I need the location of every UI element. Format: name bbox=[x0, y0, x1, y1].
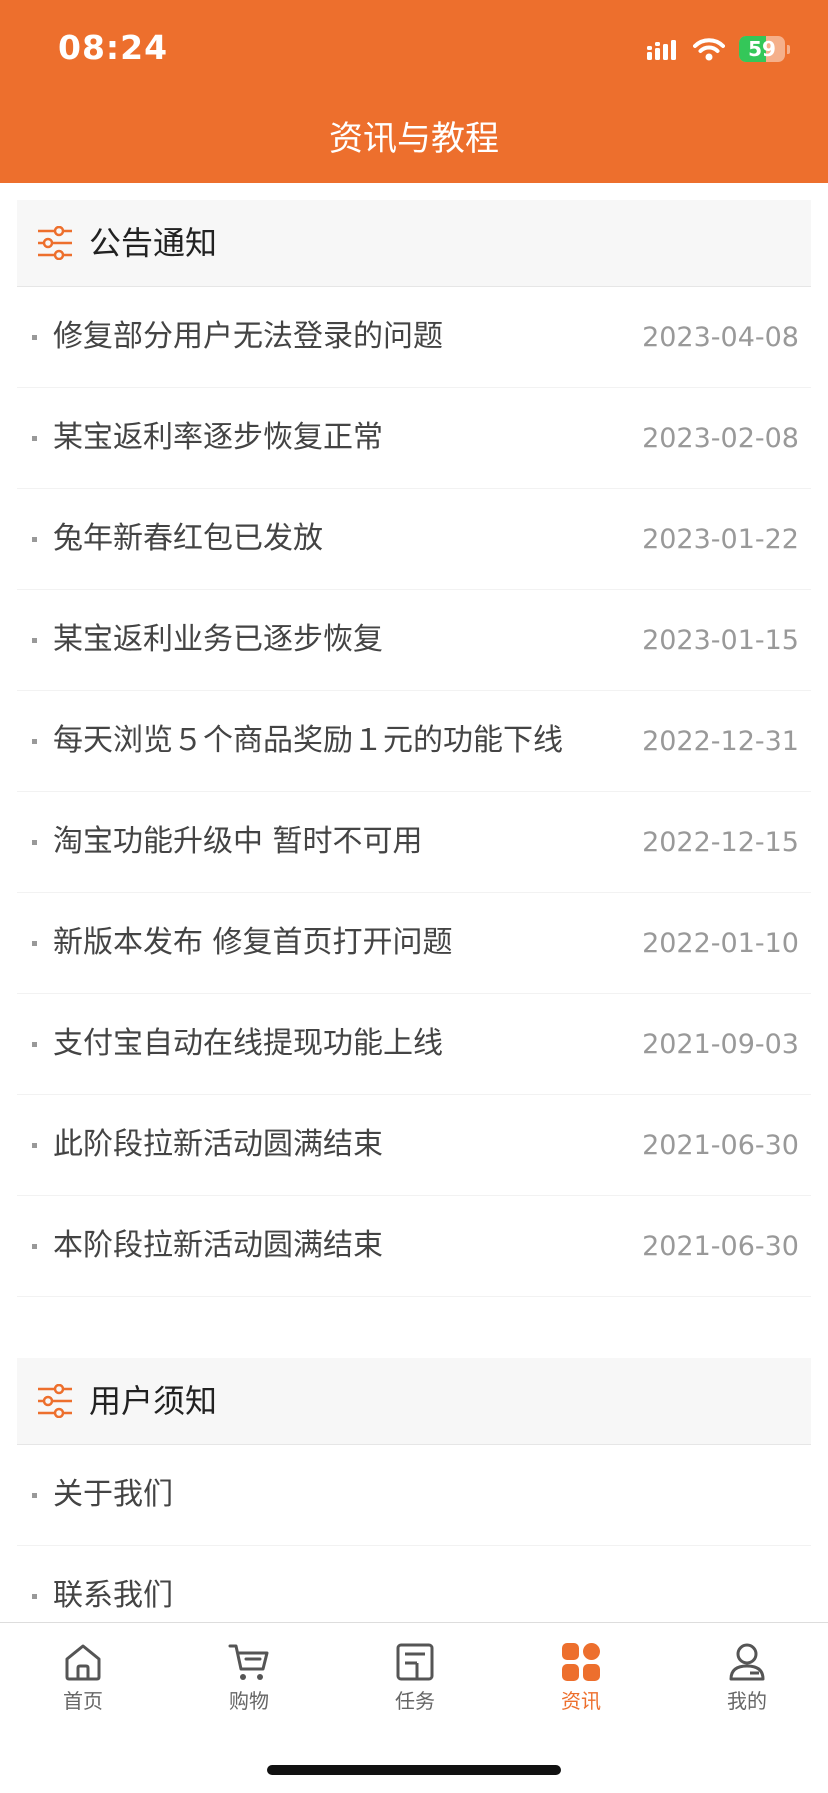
announcement-date: 2022-12-15 bbox=[642, 827, 799, 858]
tab-news-label: 资讯 bbox=[561, 1689, 601, 1713]
bullet-dot bbox=[32, 335, 37, 340]
tab-tasks-label: 任务 bbox=[395, 1689, 435, 1713]
bullet-dot bbox=[32, 1042, 37, 1047]
announcement-title: 支付宝自动在线提现功能上线 bbox=[53, 1026, 443, 1061]
announcement-date: 2023-01-22 bbox=[642, 524, 799, 555]
announcement-title: 修复部分用户无法登录的问题 bbox=[53, 319, 443, 354]
wifi-icon bbox=[693, 38, 725, 61]
tab-home-label: 首页 bbox=[63, 1689, 103, 1713]
announcement-title: 每天浏览５个商品奖励１元的功能下线 bbox=[53, 723, 563, 758]
announcement-date: 2023-04-08 bbox=[642, 322, 799, 353]
announcement-row[interactable]: 支付宝自动在线提现功能上线 2021-09-03 bbox=[17, 994, 811, 1095]
header-bar: 08:24 59 资讯与教程 bbox=[0, 0, 828, 183]
announcement-row[interactable]: 本阶段拉新活动圆满结束 2021-06-30 bbox=[17, 1196, 811, 1297]
filter-icon bbox=[38, 226, 72, 260]
filter-icon bbox=[38, 1384, 72, 1418]
page-title: 资讯与教程 bbox=[329, 119, 499, 159]
bullet-dot bbox=[32, 840, 37, 845]
bullet-dot bbox=[32, 1594, 37, 1599]
bullet-dot bbox=[32, 1493, 37, 1498]
tab-shopping[interactable]: 购物 bbox=[166, 1623, 332, 1733]
announcement-title: 兔年新春红包已发放 bbox=[53, 521, 323, 556]
profile-icon bbox=[729, 1643, 765, 1681]
cart-icon bbox=[228, 1644, 269, 1680]
announcement-row[interactable]: 修复部分用户无法登录的问题 2023-04-08 bbox=[17, 287, 811, 388]
bullet-dot bbox=[32, 1244, 37, 1249]
bullet-dot bbox=[32, 739, 37, 744]
announcements-header: 公告通知 bbox=[17, 200, 811, 287]
battery-level-text: 59 bbox=[748, 37, 776, 61]
tab-tasks[interactable]: 任务 bbox=[332, 1623, 498, 1733]
tab-home[interactable]: 首页 bbox=[0, 1623, 166, 1733]
tab-profile[interactable]: 我的 bbox=[664, 1623, 828, 1733]
tab-news[interactable]: 资讯 bbox=[498, 1623, 664, 1733]
announcement-row[interactable]: 兔年新春红包已发放 2023-01-22 bbox=[17, 489, 811, 590]
announcement-title: 淘宝功能升级中 暂时不可用 bbox=[53, 824, 423, 859]
user-notice-header: 用户须知 bbox=[17, 1358, 811, 1445]
announcement-row[interactable]: 淘宝功能升级中 暂时不可用 2022-12-15 bbox=[17, 792, 811, 893]
announcement-date: 2021-06-30 bbox=[642, 1231, 799, 1262]
battery-icon: 59 bbox=[739, 36, 785, 62]
announcement-title: 某宝返利率逐步恢复正常 bbox=[53, 420, 383, 455]
announcement-title: 某宝返利业务已逐步恢复 bbox=[53, 622, 383, 657]
announcement-date: 2023-02-08 bbox=[642, 423, 799, 454]
contact-us-link: 联系我们 bbox=[53, 1578, 173, 1613]
task-icon bbox=[396, 1643, 434, 1681]
home-indicator bbox=[267, 1765, 561, 1775]
announcement-date: 2022-01-10 bbox=[642, 928, 799, 959]
announcement-row[interactable]: 某宝返利率逐步恢复正常 2023-02-08 bbox=[17, 388, 811, 489]
announcements-title: 公告通知 bbox=[89, 224, 218, 262]
announcement-row[interactable]: 每天浏览５个商品奖励１元的功能下线 2022-12-31 bbox=[17, 691, 811, 792]
announcement-row[interactable]: 新版本发布 修复首页打开问题 2022-01-10 bbox=[17, 893, 811, 994]
status-icons: 59 bbox=[647, 34, 790, 64]
user-notice-title: 用户须知 bbox=[89, 1382, 218, 1420]
user-notice-section: 用户须知 关于我们 联系我们 bbox=[17, 1358, 811, 1647]
bullet-dot bbox=[32, 537, 37, 542]
announcement-title: 新版本发布 修复首页打开问题 bbox=[53, 925, 453, 960]
bullet-dot bbox=[32, 1143, 37, 1148]
status-time: 08:24 bbox=[58, 28, 169, 67]
bullet-dot bbox=[32, 941, 37, 946]
tab-profile-label: 我的 bbox=[727, 1689, 767, 1713]
announcement-row[interactable]: 此阶段拉新活动圆满结束 2021-06-30 bbox=[17, 1095, 811, 1196]
announcement-date: 2021-06-30 bbox=[642, 1130, 799, 1161]
cellular-signal-icon bbox=[647, 40, 676, 60]
about-us-link: 关于我们 bbox=[53, 1477, 173, 1512]
bullet-dot bbox=[32, 436, 37, 441]
user-notice-row[interactable]: 关于我们 bbox=[17, 1445, 811, 1546]
bullet-dot bbox=[32, 638, 37, 643]
announcements-section: 公告通知 修复部分用户无法登录的问题 2023-04-08 某宝返利率逐步恢复正… bbox=[17, 200, 811, 1297]
battery-cap bbox=[787, 44, 790, 54]
announcement-date: 2021-09-03 bbox=[642, 1029, 799, 1060]
grid-icon bbox=[562, 1643, 600, 1681]
announcement-row[interactable]: 某宝返利业务已逐步恢复 2023-01-15 bbox=[17, 590, 811, 691]
announcement-title: 本阶段拉新活动圆满结束 bbox=[53, 1228, 383, 1263]
tab-shopping-label: 购物 bbox=[229, 1689, 269, 1713]
announcement-date: 2023-01-15 bbox=[642, 625, 799, 656]
home-icon bbox=[65, 1644, 101, 1681]
announcement-title: 此阶段拉新活动圆满结束 bbox=[53, 1127, 383, 1162]
announcement-date: 2022-12-31 bbox=[642, 726, 799, 757]
